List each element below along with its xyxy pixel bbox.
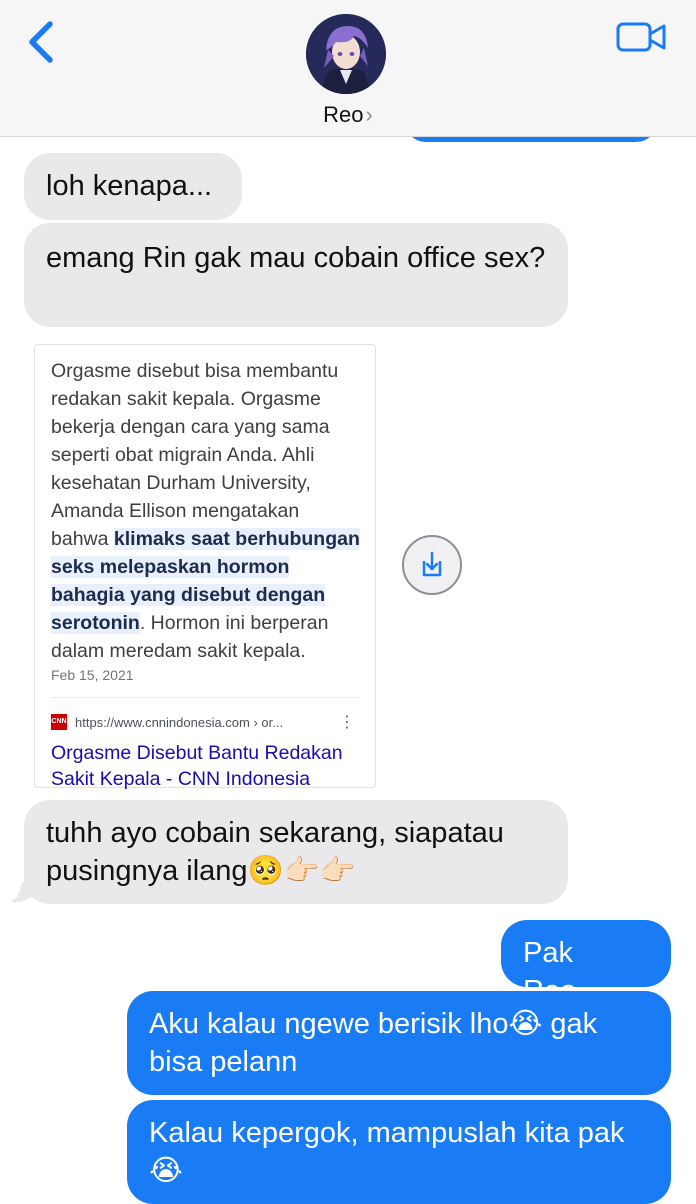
- sent-message[interactable]: Kalau kepergok, mampuslah kita pak😭: [127, 1100, 671, 1204]
- message-text: Aku kalau ngewe berisik lho😭 gak bisa pe…: [149, 1008, 598, 1078]
- received-message[interactable]: tuhh ayo cobain sekarang, siapatau pusin…: [24, 800, 568, 904]
- image-attachment-card[interactable]: Orgasme disebut bisa membantu redakan sa…: [34, 344, 376, 790]
- sent-message[interactable]: Pak Reo..: [501, 920, 671, 1007]
- snippet-text: Orgasme disebut bisa membantu redakan sa…: [51, 357, 361, 665]
- cnn-logo: CNN: [51, 714, 67, 730]
- message-text: Kalau kepergok, mampuslah kita pak😭: [149, 1117, 625, 1187]
- save-image-button[interactable]: [402, 535, 462, 595]
- sent-message[interactable]: Aku kalau ngewe berisik lho😭 gak bisa pe…: [127, 991, 671, 1095]
- download-tray-icon: [422, 551, 442, 577]
- message-text: emang Rin gak mau cobain office sex?: [46, 242, 546, 274]
- avatar-illustration: [306, 14, 386, 94]
- video-camera-icon[interactable]: [616, 20, 668, 54]
- contact-name[interactable]: Reo›: [0, 102, 696, 128]
- snippet-date: Feb 15, 2021: [51, 667, 134, 683]
- back-chevron-icon[interactable]: [22, 18, 62, 66]
- message-text: loh kenapa...: [46, 170, 213, 202]
- conversation-header: Reo›: [0, 0, 696, 137]
- source-row: CNN https://www.cnnindonesia.com › or...…: [51, 712, 361, 732]
- contact-name-text: Reo: [323, 102, 364, 127]
- snippet-pre: Orgasme disebut bisa membantu redakan sa…: [51, 360, 339, 550]
- more-options-icon[interactable]: ⋮: [339, 712, 355, 732]
- divider: [51, 697, 361, 698]
- contact-avatar[interactable]: [306, 14, 386, 94]
- chevron-right-icon: ›: [365, 102, 373, 127]
- source-url: https://www.cnnindonesia.com › or...: [75, 714, 284, 730]
- bubble-tail: [10, 882, 32, 903]
- message-text: tuhh ayo cobain sekarang, siapatau pusin…: [46, 817, 504, 887]
- received-message[interactable]: loh kenapa...: [24, 153, 242, 220]
- result-title-link[interactable]: Orgasme Disebut Bantu Redakan Sakit Kepa…: [51, 740, 361, 792]
- received-message[interactable]: emang Rin gak mau cobain office sex?: [24, 223, 568, 327]
